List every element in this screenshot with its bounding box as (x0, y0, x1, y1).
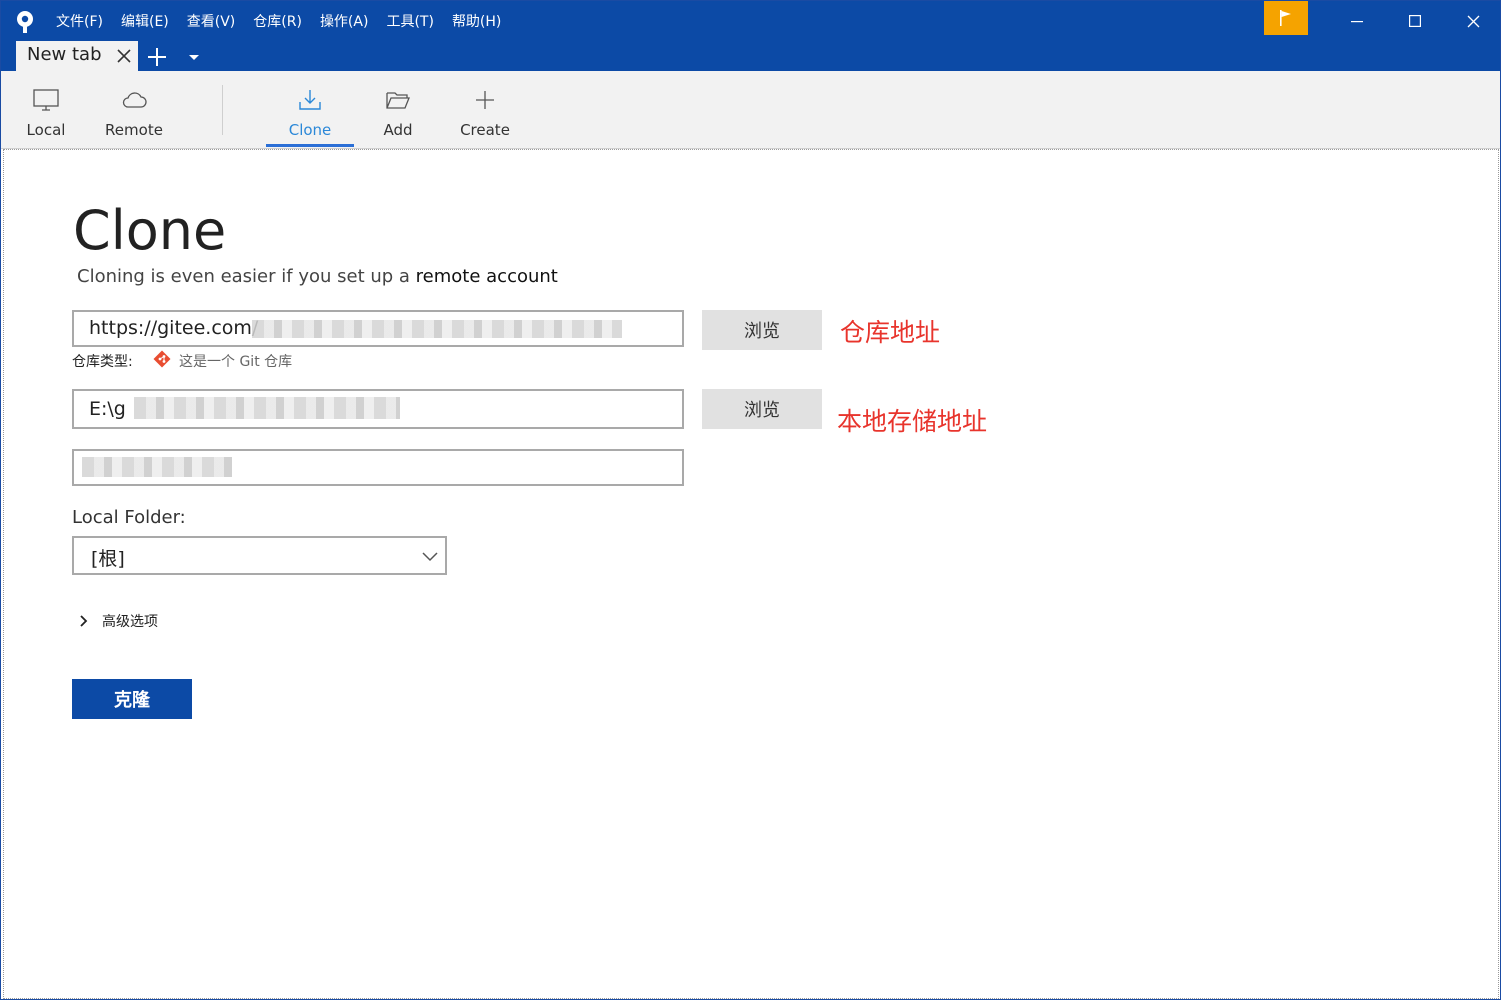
destination-path-input[interactable]: E:\g (72, 389, 684, 429)
cloud-icon (120, 88, 148, 112)
chevron-down-icon (422, 552, 438, 562)
browse-path-button[interactable]: 浏览 (702, 389, 822, 429)
chevron-right-icon (80, 615, 88, 627)
active-tab-underline (266, 144, 354, 147)
destination-path-value: E:\g (89, 398, 126, 420)
repository-name-input[interactable] (72, 449, 684, 486)
advanced-options-label: 高级选项 (102, 614, 158, 630)
toolbar-clone-button[interactable]: Clone (281, 71, 339, 147)
app-window: 文件(F) 编辑(E) 查看(V) 仓库(R) 操作(A) 工具(T) 帮助(H… (0, 0, 1501, 1000)
repo-type-value: 这是一个 Git 仓库 (179, 354, 293, 370)
path-annotation: 本地存储地址 (837, 407, 988, 436)
source-url-input[interactable]: https://gitee.com/ (72, 310, 684, 347)
toolbar-local-label: Local (26, 121, 66, 139)
clone-button[interactable]: 克隆 (72, 679, 192, 719)
menu-file[interactable]: 文件(F) (56, 11, 103, 33)
download-icon (296, 88, 324, 112)
close-icon (1467, 15, 1479, 27)
toolbar: Local Remote Clone Add Create (1, 71, 1500, 149)
tab-title: New tab (27, 44, 102, 65)
add-tab-icon[interactable] (146, 46, 168, 68)
git-icon (153, 350, 171, 368)
menu-tools[interactable]: 工具(T) (386, 11, 433, 33)
source-url-value: https://gitee.com/ (89, 317, 259, 339)
minimize-icon (1351, 21, 1363, 23)
menu-actions[interactable]: 操作(A) (320, 11, 369, 33)
repo-type-label: 仓库类型: (72, 354, 133, 370)
toolbar-add-button[interactable]: Add (376, 71, 420, 147)
subtitle: Cloning is even easier if you set up a r… (77, 266, 558, 287)
local-folder-label: Local Folder: (72, 507, 186, 528)
close-window-button[interactable] (1444, 1, 1501, 41)
toolbar-local-button[interactable]: Local (19, 71, 73, 147)
remote-account-link[interactable]: remote account (416, 266, 558, 287)
flag-icon (1280, 10, 1291, 26)
local-folder-select[interactable]: [根] (72, 536, 447, 575)
plus-icon (471, 88, 499, 112)
redacted-path-blur (134, 397, 400, 419)
tab-close-icon[interactable] (116, 48, 132, 64)
url-annotation: 仓库地址 (840, 318, 941, 347)
notification-flag-button[interactable] (1264, 1, 1308, 35)
redacted-name-blur (82, 457, 232, 477)
minimize-button[interactable] (1328, 1, 1386, 41)
menu-help[interactable]: 帮助(H) (452, 11, 501, 33)
monitor-icon (32, 88, 60, 112)
menu-view[interactable]: 查看(V) (187, 11, 236, 33)
toolbar-create-label: Create (460, 121, 510, 139)
toolbar-remote-button[interactable]: Remote (101, 71, 167, 147)
toolbar-add-label: Add (383, 121, 413, 139)
subtitle-text: Cloning is even easier if you set up a (77, 266, 416, 287)
menu-bar: 文件(F) 编辑(E) 查看(V) 仓库(R) 操作(A) 工具(T) 帮助(H… (56, 11, 519, 33)
browse-url-button[interactable]: 浏览 (702, 310, 822, 350)
maximize-icon (1409, 15, 1421, 27)
menu-repository[interactable]: 仓库(R) (253, 11, 302, 33)
maximize-button[interactable] (1386, 1, 1444, 41)
folder-open-icon (384, 88, 412, 112)
local-folder-value: [根] (91, 548, 125, 570)
toolbar-clone-label: Clone (288, 121, 332, 139)
redacted-url-blur (252, 320, 622, 338)
page-title: Clone (73, 199, 227, 262)
title-bar: 文件(F) 编辑(E) 查看(V) 仓库(R) 操作(A) 工具(T) 帮助(H… (1, 1, 1500, 71)
sourcetree-logo-icon (17, 11, 33, 33)
tab-new[interactable]: New tab (16, 41, 138, 71)
advanced-options-toggle[interactable]: 高级选项 (79, 611, 158, 631)
toolbar-create-button[interactable]: Create (457, 71, 513, 147)
menu-edit[interactable]: 编辑(E) (121, 11, 169, 33)
toolbar-remote-label: Remote (105, 121, 163, 139)
tab-list-dropdown-icon[interactable] (188, 54, 200, 62)
toolbar-separator (222, 85, 223, 135)
